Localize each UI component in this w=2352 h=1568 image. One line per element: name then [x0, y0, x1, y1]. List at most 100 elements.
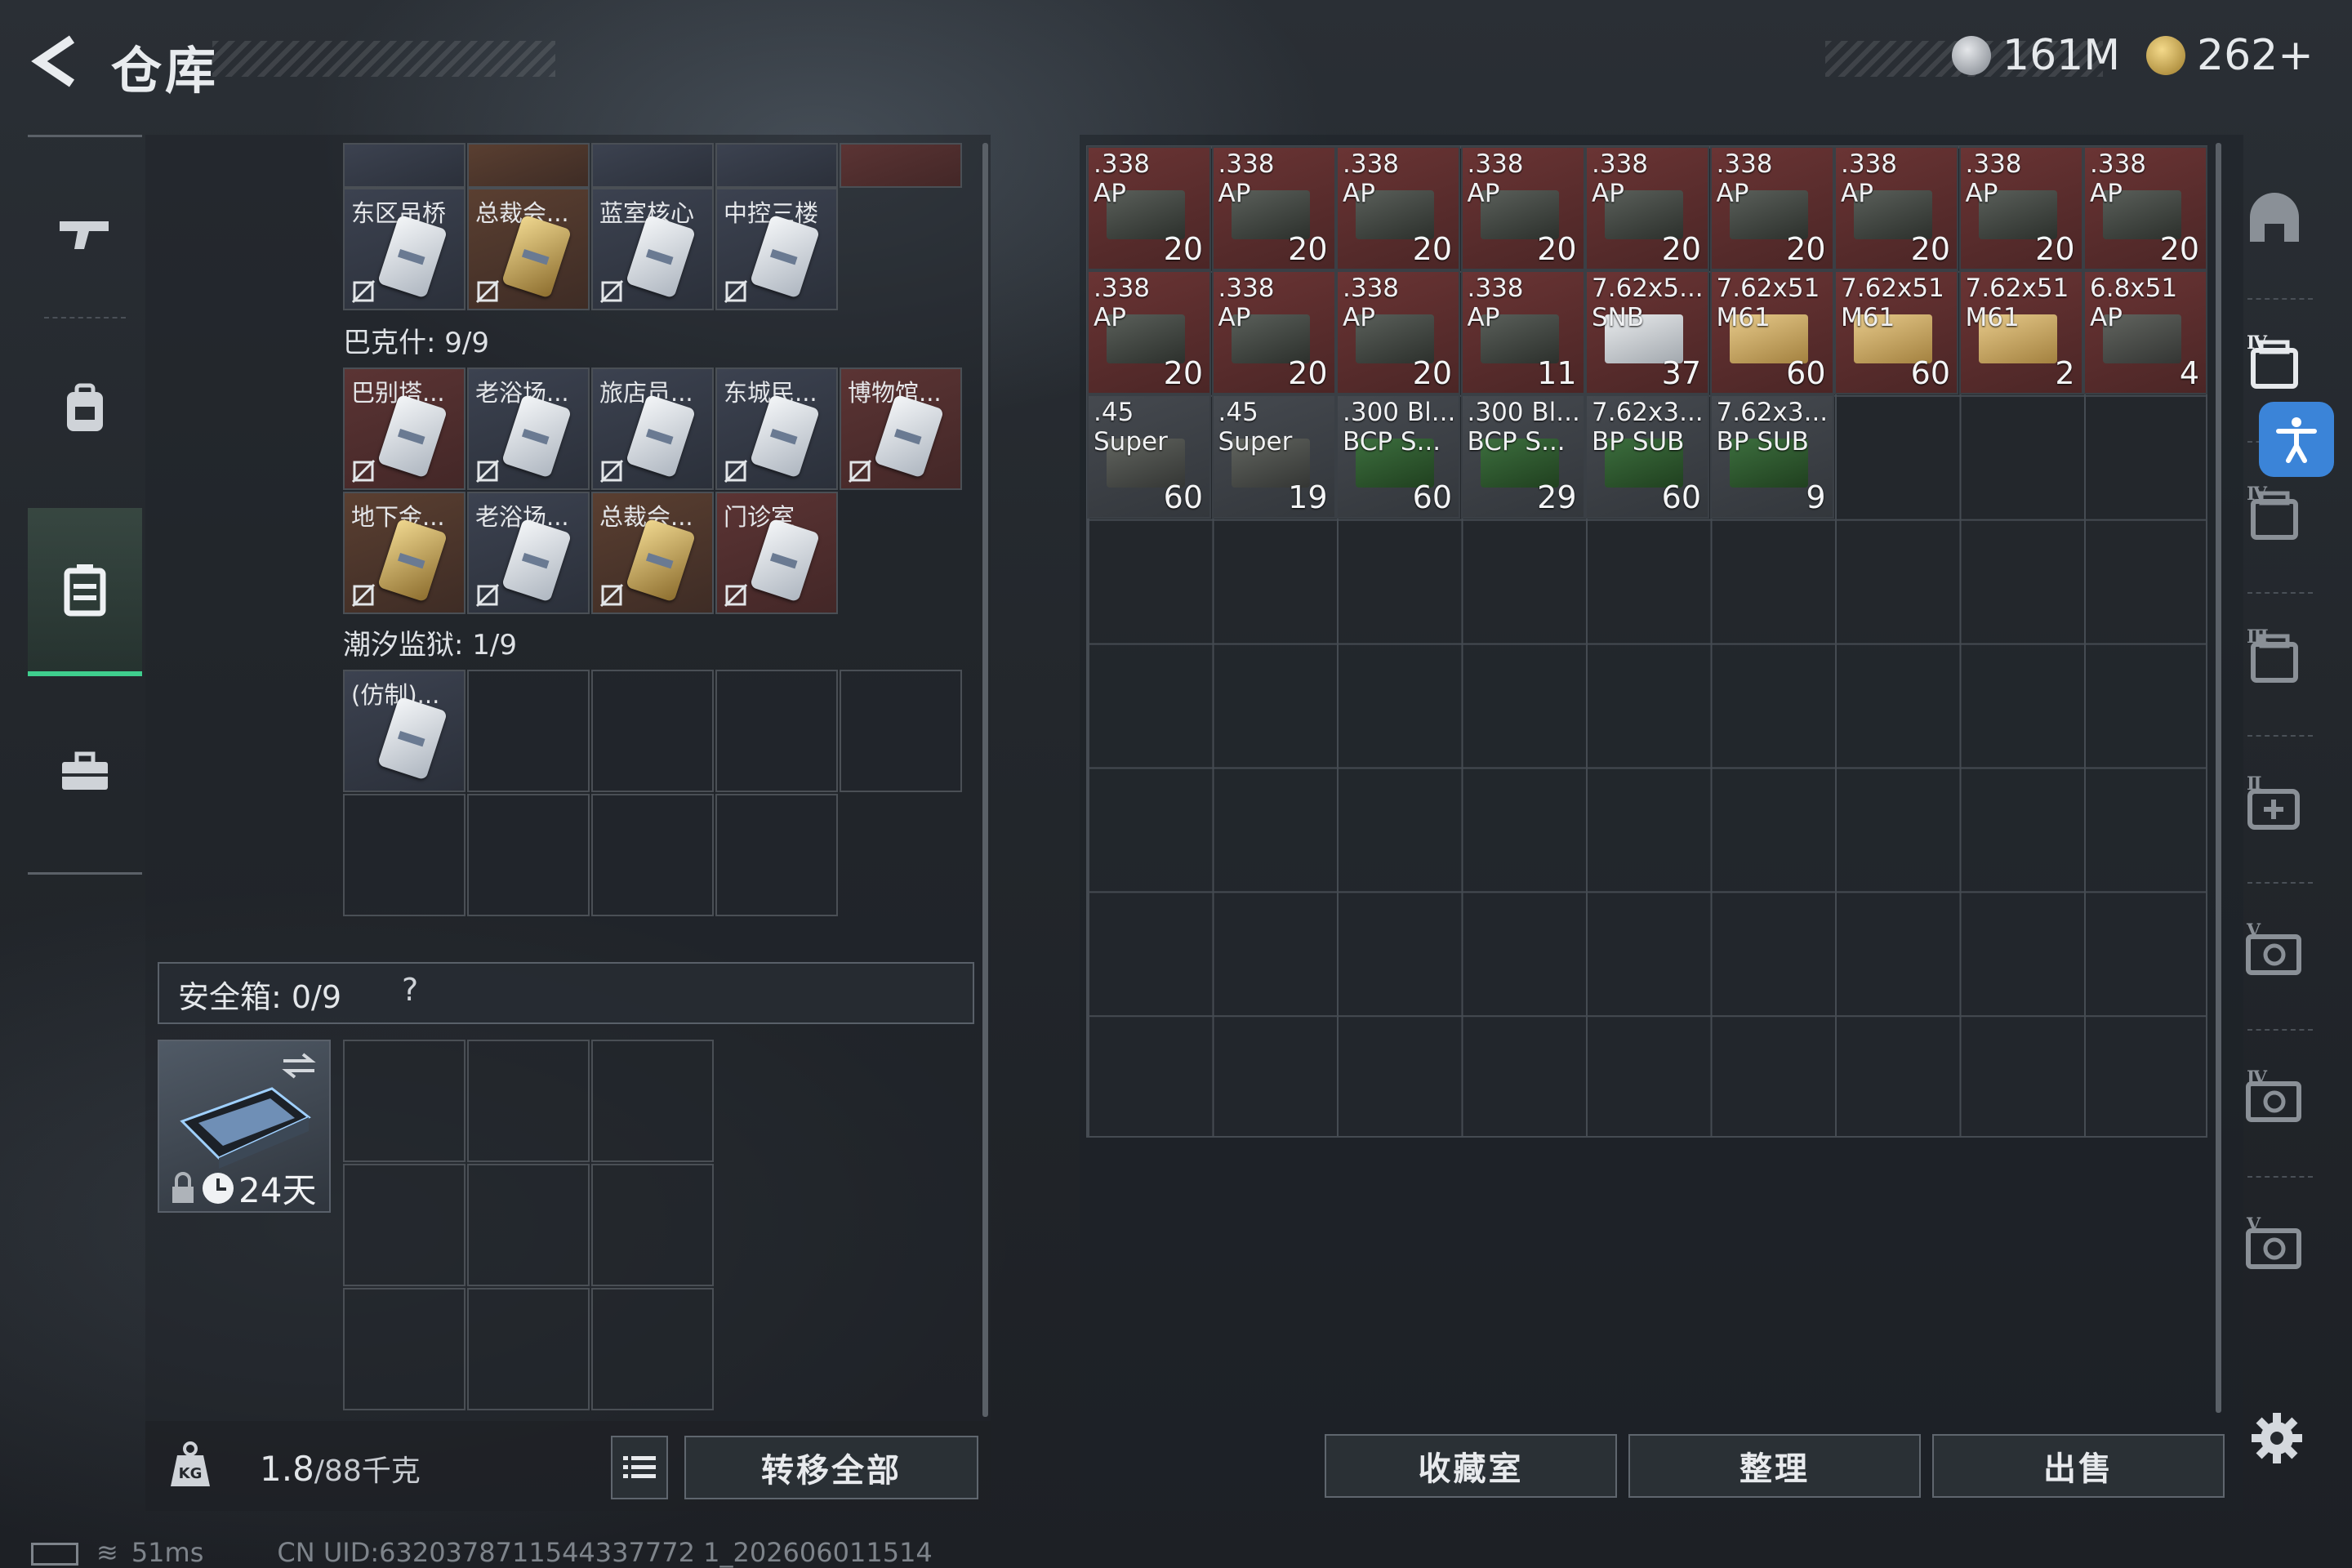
key-card-partial[interactable]	[467, 143, 590, 188]
key-card[interactable]: 老浴场...	[467, 368, 590, 490]
right-rail-item[interactable]: Ⅳ	[2238, 1062, 2311, 1135]
key-card[interactable]: 地下金...	[343, 492, 466, 614]
ammo-item[interactable]: .338 AP 20	[1460, 146, 1585, 270]
empty-slot[interactable]	[591, 670, 714, 792]
key-card[interactable]: 中控三楼	[715, 188, 838, 310]
right-rail-item[interactable]: Ⅲ	[2238, 621, 2311, 694]
rail-toolbox[interactable]	[28, 690, 142, 853]
ammo-item[interactable]: 7.62x51 M61 60	[1834, 270, 1958, 394]
right-rail-item[interactable]: Ⅱ	[2238, 768, 2311, 841]
ammo-item[interactable]: .338 AP 20	[1211, 146, 1336, 270]
ammo-count: 20	[1412, 231, 1452, 267]
key-card[interactable]: 总裁会...	[591, 492, 714, 614]
ammo-count: 20	[1163, 231, 1203, 267]
empty-slot[interactable]	[591, 794, 714, 916]
key-card[interactable]: 旅店员...	[591, 368, 714, 490]
key-card[interactable]: 东区吊桥	[343, 188, 466, 310]
safe-box-slot[interactable]	[467, 1164, 590, 1286]
no-drop-icon	[351, 459, 376, 483]
ammo-item[interactable]: .338 AP 20	[1834, 146, 1958, 270]
key-card[interactable]: 巴别塔...	[343, 368, 466, 490]
key-card-partial[interactable]	[715, 143, 838, 188]
empty-slot[interactable]	[840, 670, 962, 792]
key-card[interactable]: 老浴场...	[467, 492, 590, 614]
settings-gear-icon[interactable]	[2250, 1411, 2304, 1465]
currency-silver-value: 161M	[2002, 31, 2121, 80]
ammo-item[interactable]: 6.8x51 AP 4	[2083, 270, 2207, 394]
ammo-item[interactable]: .338 AP 20	[1336, 270, 1460, 394]
back-arrow-icon[interactable]	[28, 33, 85, 90]
ammo-item[interactable]: .338 AP 20	[1958, 146, 2083, 270]
sell-button[interactable]: 出售	[1932, 1434, 2225, 1498]
ammo-item[interactable]: .45 Super 60	[1087, 394, 1211, 519]
ammo-name: .338 AP	[1467, 273, 1524, 332]
ammo-item[interactable]: .338 AP 20	[2083, 146, 2207, 270]
ammo-name: .338 AP	[1841, 149, 1898, 208]
safe-box-slot[interactable]	[467, 1040, 590, 1162]
key-card-partial[interactable]	[840, 143, 962, 188]
ammo-item[interactable]: .338 AP 20	[1585, 146, 1709, 270]
ammo-name: 7.62x51 M61	[1716, 273, 1820, 332]
ammo-item[interactable]: .338 AP 20	[1336, 146, 1460, 270]
left-scrollbar[interactable]	[982, 143, 988, 1417]
swap-icon[interactable]	[280, 1051, 318, 1080]
ammo-item[interactable]: .338 AP 20	[1709, 146, 1834, 270]
ammo-item[interactable]: .338 AP 20	[1211, 270, 1336, 394]
rail-weapons[interactable]	[28, 152, 142, 315]
ammo-count: 20	[1786, 231, 1826, 267]
collection-room-button[interactable]: 收藏室	[1325, 1434, 1617, 1498]
right-rail-item[interactable]: Ⅳ	[2238, 327, 2311, 400]
ammo-item[interactable]: 7.62x3... BP SUB 9	[1709, 394, 1834, 519]
key-card-partial[interactable]	[343, 143, 466, 188]
safe-box-slot[interactable]	[591, 1288, 714, 1410]
transfer-all-button[interactable]: 转移全部	[684, 1436, 978, 1499]
key-card[interactable]: 门诊室	[715, 492, 838, 614]
safe-box-slot[interactable]	[343, 1164, 466, 1286]
safe-box-slot[interactable]	[591, 1040, 714, 1162]
safe-box-slot[interactable]	[467, 1288, 590, 1410]
ammo-item[interactable]: .300 Bl... BCP S... 29	[1460, 394, 1585, 519]
accessibility-button[interactable]	[2259, 402, 2334, 477]
ammo-item[interactable]: .338 AP 11	[1460, 270, 1585, 394]
rail-backpack[interactable]	[28, 327, 142, 490]
safe-box-slot[interactable]	[343, 1288, 466, 1410]
key-card[interactable]: 总裁会...	[467, 188, 590, 310]
key-card-partial[interactable]	[591, 143, 714, 188]
toolbox-icon	[62, 751, 108, 790]
rail-container-active[interactable]	[28, 508, 142, 676]
empty-slot[interactable]	[467, 794, 590, 916]
right-rail-item[interactable]: Ⅴ	[2238, 915, 2311, 988]
backpack-tier-4-icon: Ⅳ	[2247, 332, 2298, 389]
ammo-item[interactable]: 7.62x51 M61 2	[1958, 270, 2083, 394]
key-card[interactable]: 东城民...	[715, 368, 838, 490]
ammo-item[interactable]: .300 Bl... BCP S... 60	[1336, 394, 1460, 519]
ammo-item[interactable]: 7.62x5... SNB 37	[1585, 270, 1709, 394]
backpack-tier-4-icon: Ⅳ	[2247, 483, 2298, 540]
ammo-item[interactable]: 7.62x51 M61 60	[1709, 270, 1834, 394]
ammo-item[interactable]: 7.62x3... BP SUB 60	[1585, 394, 1709, 519]
ammo-item[interactable]: .338 AP 20	[1087, 146, 1211, 270]
safe-box-slot[interactable]	[343, 1040, 466, 1162]
safe-box-help-icon[interactable]: ?	[402, 972, 418, 1008]
empty-slot[interactable]	[715, 670, 838, 792]
right-rail-item[interactable]: Ⅴ	[2238, 1209, 2311, 1282]
empty-slot[interactable]	[467, 670, 590, 792]
right-rail-item[interactable]	[2238, 184, 2311, 257]
stash-scrollbar[interactable]	[2216, 143, 2221, 1413]
list-view-button[interactable]	[611, 1436, 668, 1499]
ammo-item[interactable]: .338 AP 20	[1087, 270, 1211, 394]
sort-button[interactable]: 整理	[1628, 1434, 1921, 1498]
currency-silver[interactable]: 161M	[1952, 31, 2120, 80]
safe-box-slot[interactable]	[591, 1164, 714, 1286]
ammo-count: 29	[1537, 479, 1577, 515]
key-card[interactable]: 博物馆...	[840, 368, 962, 490]
ammo-item[interactable]: .45 Super 19	[1211, 394, 1336, 519]
right-rail-separator	[2247, 1029, 2313, 1031]
battery-icon	[31, 1543, 78, 1566]
key-card[interactable]: (仿制)...	[343, 670, 466, 792]
empty-slot[interactable]	[343, 794, 466, 916]
key-card[interactable]: 蓝室核心	[591, 188, 714, 310]
empty-slot[interactable]	[715, 794, 838, 916]
currency-gold[interactable]: 262+	[2146, 31, 2314, 80]
right-rail-item[interactable]: Ⅳ	[2238, 478, 2311, 551]
